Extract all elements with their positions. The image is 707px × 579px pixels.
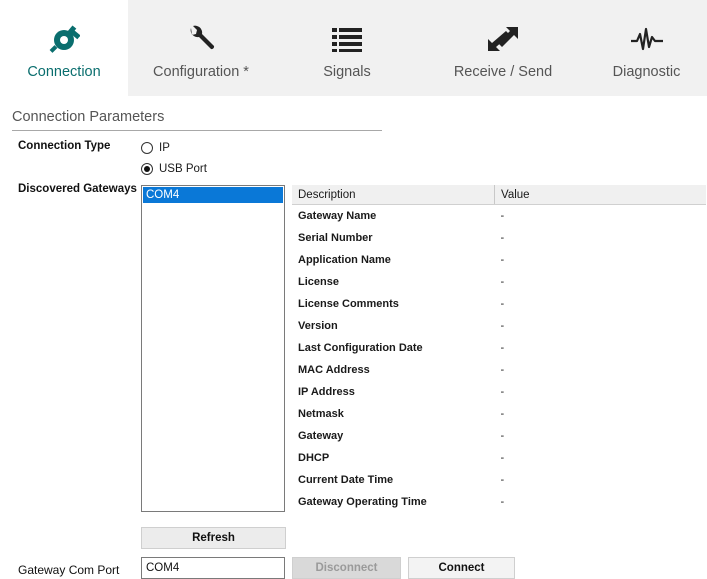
row-description: Gateway Operating Time — [298, 496, 427, 508]
table-body: Gateway Name - Serial Number - Application N… — [292, 205, 706, 514]
row-description: IP Address — [298, 386, 355, 398]
tab-label: Receive / Send — [453, 64, 553, 80]
connect-button[interactable]: Connect — [408, 557, 515, 579]
connection-type-label: Connection Type — [18, 140, 111, 152]
disconnect-button[interactable]: Disconnect — [292, 557, 401, 579]
column-header-value[interactable]: Value — [494, 185, 706, 205]
radio-ip[interactable]: IP — [141, 142, 170, 154]
row-value: - — [500, 364, 505, 376]
row-description: DHCP — [298, 452, 330, 464]
tab-configuration[interactable]: Configuration * — [128, 0, 274, 96]
gateway-info-table: Description Value Gateway Name - Serial Nu… — [292, 185, 706, 513]
tab-label: Signals — [323, 64, 371, 80]
tab-connection[interactable]: Connection — [0, 0, 128, 96]
row-description: Application Name — [298, 254, 391, 266]
row-description: Last Configuration Date — [298, 342, 423, 354]
section-title: Connection Parameters — [12, 109, 165, 125]
tab-signals[interactable]: Signals — [274, 0, 420, 96]
row-value: - — [500, 386, 505, 398]
table-row[interactable]: License Comments - — [292, 293, 706, 315]
tab-diagnostic[interactable]: Diagnostic — [586, 0, 707, 96]
row-value: - — [500, 276, 505, 288]
row-value: - — [500, 452, 505, 464]
row-description: Gateway — [298, 430, 344, 442]
row-value: - — [500, 254, 505, 266]
row-value: - — [500, 342, 505, 354]
table-row[interactable]: Gateway Name - — [292, 205, 706, 228]
tab-label: Diagnostic — [612, 64, 681, 80]
list-item[interactable]: COM4 — [143, 187, 283, 203]
table-row[interactable]: Gateway Operating Time - — [292, 491, 706, 513]
row-description: Netmask — [298, 408, 344, 420]
table-row[interactable]: Serial Number - — [292, 227, 706, 249]
wrench-icon — [185, 24, 217, 54]
discovered-gateways-label: Discovered Gateways — [18, 183, 137, 195]
row-value: - — [500, 232, 505, 244]
table-row[interactable]: MAC Address - — [292, 359, 706, 381]
table-row[interactable]: Netmask - — [292, 403, 706, 425]
radio-label: USB Port — [159, 163, 207, 175]
table-row[interactable]: Version - — [292, 315, 706, 337]
table-row[interactable]: License - — [292, 271, 706, 293]
row-value: - — [500, 408, 505, 420]
table-row[interactable]: Current Date Time - — [292, 469, 706, 491]
list-icon — [331, 24, 363, 54]
radio-selected-dot — [144, 166, 150, 172]
table-row[interactable]: IP Address - — [292, 381, 706, 403]
row-description: Gateway Name — [298, 210, 377, 222]
radio-usb-port[interactable]: USB Port — [141, 163, 207, 175]
radio-label: IP — [159, 142, 170, 154]
tab-label: Connection — [27, 64, 101, 80]
plug-icon — [48, 24, 80, 54]
radio-circle — [141, 142, 153, 154]
row-value: - — [500, 210, 505, 222]
row-description: Version — [298, 320, 338, 332]
com-port-field[interactable] — [141, 557, 285, 579]
row-value: - — [500, 474, 505, 486]
row-value: - — [500, 320, 505, 332]
tab-receive-send[interactable]: Receive / Send — [420, 0, 586, 96]
section-divider — [12, 130, 382, 131]
row-value: - — [500, 430, 505, 442]
column-header-description[interactable]: Description — [292, 185, 495, 205]
main-tab-bar: Connection Configuration * Signals Recei… — [0, 0, 707, 96]
table-row[interactable]: Application Name - — [292, 249, 706, 271]
row-description: License Comments — [298, 298, 399, 310]
row-description: MAC Address — [298, 364, 370, 376]
table-row[interactable]: Gateway - — [292, 425, 706, 447]
refresh-button[interactable]: Refresh — [141, 527, 286, 549]
waveform-icon — [630, 24, 664, 54]
send-receive-arrows-icon — [486, 24, 520, 54]
table-row[interactable]: Last Configuration Date - — [292, 337, 706, 359]
gateway-list[interactable]: COM4 — [141, 185, 285, 512]
row-description: Serial Number — [298, 232, 373, 244]
tab-label: Configuration * — [153, 64, 249, 80]
row-value: - — [500, 496, 505, 508]
radio-circle — [141, 163, 153, 175]
row-description: License — [298, 276, 339, 288]
row-value: - — [500, 298, 505, 310]
table-row[interactable]: DHCP - — [292, 447, 706, 469]
row-description: Current Date Time — [298, 474, 394, 486]
